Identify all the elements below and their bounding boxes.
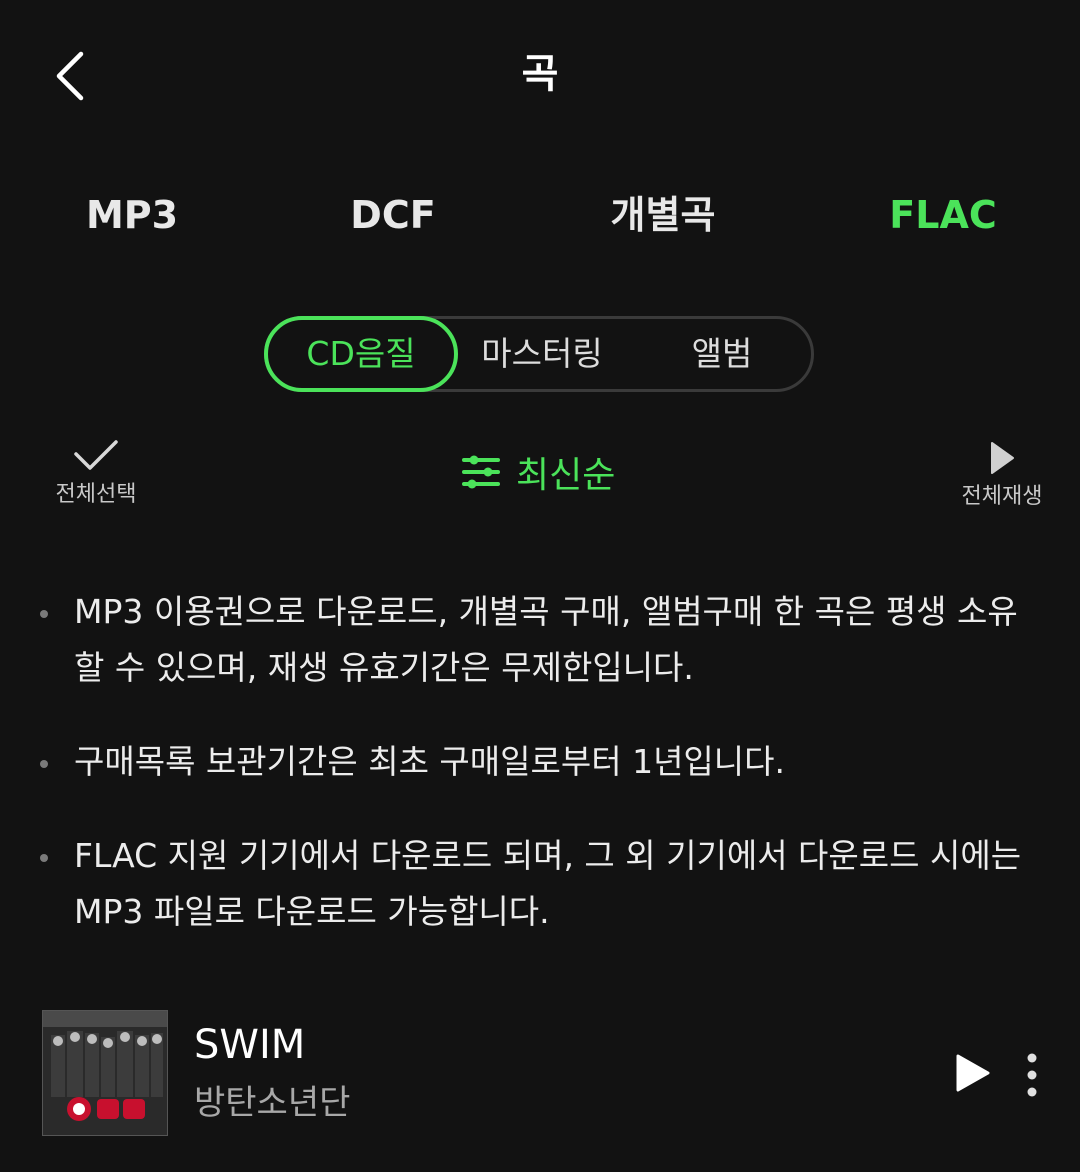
play-icon — [956, 1054, 990, 1092]
segment-cd-quality[interactable]: CD음질 — [264, 316, 458, 392]
track-more-button[interactable] — [1014, 1050, 1050, 1100]
track-title: SWIM — [194, 1022, 306, 1068]
track-row[interactable]: SWIM 방탄소년단 — [42, 1010, 1052, 1138]
header: 곡 — [0, 0, 1080, 150]
play-all-button[interactable]: 전체재생 — [952, 440, 1052, 512]
select-all-button[interactable]: 전체선택 — [44, 438, 148, 510]
segment-album[interactable]: 앨범 — [647, 316, 797, 392]
notice-list: MP3 이용권으로 다운로드, 개별곡 구매, 앨범구매 한 곡은 평생 소유할… — [40, 584, 1040, 978]
track-artist: 방탄소년단 — [194, 1083, 351, 1123]
tab-mp3[interactable]: MP3 — [22, 180, 242, 250]
page-title: 곡 — [521, 51, 559, 97]
track-play-button[interactable] — [946, 1048, 996, 1098]
tab-individual[interactable]: 개별곡 — [553, 180, 773, 250]
album-cover-image — [43, 1011, 167, 1135]
segment-mastering[interactable]: 마스터링 — [462, 316, 622, 392]
sliders-icon — [462, 455, 500, 489]
quality-segment-control: CD음질 마스터링 앨범 — [264, 316, 814, 392]
sort-button[interactable]: 최신순 — [460, 446, 615, 498]
sort-label: 최신순 — [516, 455, 616, 496]
notice-item: 구매목록 보관기간은 최초 구매일로부터 1년입니다. — [40, 734, 1040, 790]
notice-item: FLAC 지원 기기에서 다운로드 되며, 그 외 기기에서 다운로드 시에는 … — [40, 828, 1040, 940]
tab-dcf[interactable]: DCF — [283, 180, 503, 250]
tab-flac[interactable]: FLAC — [833, 180, 1053, 250]
play-icon — [991, 442, 1014, 474]
select-all-label: 전체선택 — [55, 482, 137, 507]
album-art[interactable] — [42, 1010, 168, 1136]
more-vertical-icon — [1027, 1053, 1037, 1097]
play-all-label: 전체재생 — [961, 484, 1043, 509]
bullet-icon — [40, 760, 48, 768]
bullet-icon — [40, 854, 48, 862]
format-tabs: MP3 DCF 개별곡 FLAC — [0, 180, 1080, 250]
notice-item: MP3 이용권으로 다운로드, 개별곡 구매, 앨범구매 한 곡은 평생 소유할… — [40, 584, 1040, 696]
check-icon — [74, 440, 118, 470]
bullet-icon — [40, 610, 48, 618]
